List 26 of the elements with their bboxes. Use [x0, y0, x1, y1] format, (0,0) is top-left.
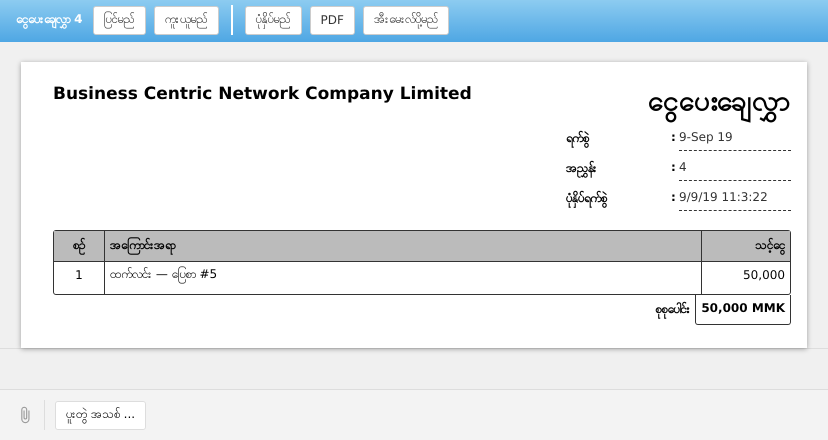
new-attachment-button[interactable]: ပူးတွဲ အသစ် ...: [55, 400, 146, 430]
toolbar-button[interactable]: ပြင်မည်: [92, 6, 146, 35]
table-cell: 50,000: [701, 262, 790, 294]
meta-label: ရက်စွဲ: [566, 130, 671, 148]
colon: :: [671, 160, 677, 174]
toolbar-button[interactable]: ပုံနှိပ်မည်: [244, 6, 302, 35]
meta-value: 9/9/19 11:3:22: [679, 190, 791, 212]
toolbar-title: ငွေပေးချေလွှာ 4: [16, 11, 83, 30]
toolbar-button[interactable]: ကူးယူမည်: [154, 6, 219, 35]
colon: :: [671, 130, 677, 144]
total-label: စုစုပေါင်း: [650, 295, 696, 326]
table-cell-text: 1: [74, 267, 84, 284]
toolbar-button[interactable]: အီးမေးလ်ပို့မည်: [362, 6, 449, 35]
column-header: စဉ်: [54, 231, 104, 262]
company-name: Business Centric Network Company Limited: [53, 84, 472, 106]
colon: :: [671, 190, 677, 204]
document-heading: ငွေပေးချေလွှာ: [566, 82, 791, 124]
table-cell: ထက်လင်း — ပြေစာ #5: [104, 262, 701, 294]
toolbar-button[interactable]: PDF: [310, 6, 355, 35]
meta-value: 9-Sep 19: [679, 130, 791, 152]
meta-label: ပုံနှိပ်ရက်စွဲ: [566, 190, 671, 208]
total-value: 50,000 MMK: [695, 295, 791, 326]
meta-label: အညွှန်း: [566, 160, 671, 178]
column-header: အကြောင်းအရာ: [104, 231, 701, 262]
column-header: သင့်ငွေ: [701, 231, 790, 262]
meta-value: 4: [679, 160, 791, 182]
